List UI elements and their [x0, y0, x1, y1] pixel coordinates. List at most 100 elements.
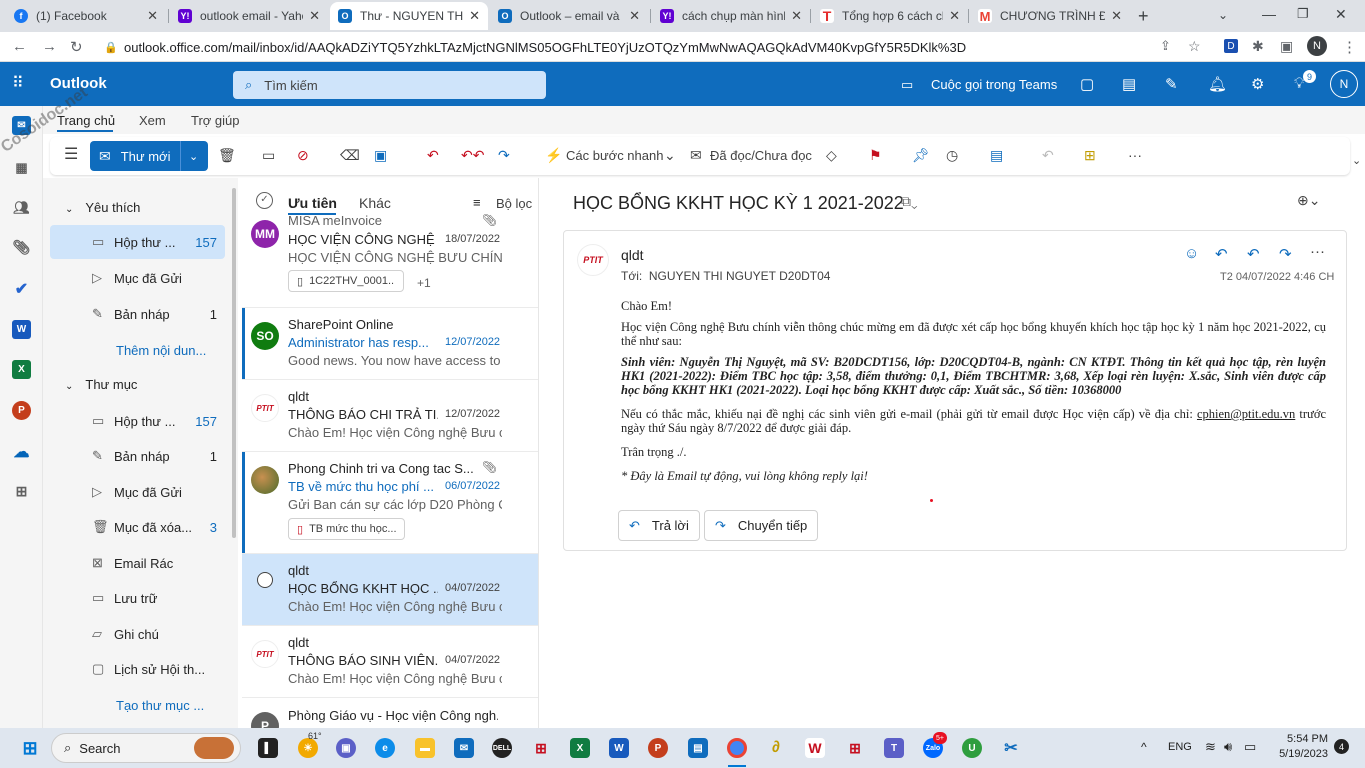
volume-icon[interactable]: 🔊︎: [1224, 739, 1232, 755]
profile-avatar[interactable]: N: [1307, 36, 1327, 56]
teams-chat-icon[interactable]: ▣: [336, 738, 356, 758]
close-icon[interactable]: ✕: [949, 8, 960, 24]
bell-icon[interactable]: 🔔︎: [1208, 75, 1227, 93]
excel-icon[interactable]: X: [12, 360, 31, 379]
app-icon[interactable]: ∂: [766, 738, 786, 758]
forward-icon[interactable]: ↷: [498, 147, 510, 164]
reply-all-icon[interactable]: ↶: [1247, 245, 1260, 263]
close-icon[interactable]: ✕: [309, 8, 320, 24]
sweep-icon[interactable]: ⌫: [340, 147, 360, 164]
snipping-icon[interactable]: ✂: [1001, 738, 1021, 758]
new-tab-plus-icon[interactable]: +: [1138, 6, 1149, 27]
share-icon[interactable]: ⇪: [1160, 38, 1171, 54]
sensitivity-icon[interactable]: ⧉⌄: [901, 193, 918, 210]
powerpoint-icon[interactable]: P: [648, 738, 668, 758]
browser-menu-icon[interactable]: ⋮: [1342, 38, 1357, 56]
calendar-icon[interactable]: ▦: [12, 158, 31, 177]
sidepanel-icon[interactable]: ▣: [1280, 38, 1293, 55]
forward-button[interactable]: ↷ Chuyển tiếp: [704, 510, 819, 541]
teams-icon[interactable]: T: [884, 738, 904, 758]
office-icon[interactable]: ▤: [1122, 75, 1136, 93]
pin-icon[interactable]: 📌︎: [912, 147, 930, 164]
lock-icon[interactable]: 🔒: [104, 41, 118, 54]
weather-icon[interactable]: ☀: [298, 738, 318, 758]
quick-steps-button[interactable]: Các bước nhanh: [566, 148, 663, 163]
wifi-icon[interactable]: ≋: [1205, 739, 1216, 755]
folder-scrollbar[interactable]: [232, 188, 236, 538]
folder-favorites-drafts[interactable]: ✎ Bản nháp 1: [50, 297, 225, 331]
word-icon[interactable]: W: [12, 320, 31, 339]
list-item[interactable]: SO SharePoint Online Administrator has r…: [242, 308, 538, 380]
read-unread-button[interactable]: Đã đọc/Chưa đọc: [710, 148, 812, 163]
folder-junk[interactable]: ⊠ Email Rác: [50, 546, 225, 580]
star-icon[interactable]: ☆: [1188, 38, 1201, 55]
folder-drafts[interactable]: ✎ Bản nháp 1: [50, 439, 225, 473]
report-icon[interactable]: ⊘: [297, 147, 309, 164]
reply-icon[interactable]: ↶: [1215, 245, 1228, 263]
excel-icon[interactable]: X: [570, 738, 590, 758]
attachment-icon[interactable]: 📎︎: [12, 238, 31, 257]
list-item[interactable]: PTIT qldt THÔNG BÁO SINH VIÊN... 04/07/2…: [242, 626, 538, 698]
tab-other[interactable]: Khác: [359, 195, 391, 211]
chevron-down-icon[interactable]: ⌄: [189, 150, 198, 163]
dell-icon[interactable]: DELL: [492, 738, 512, 758]
tag-icon[interactable]: ◇: [826, 147, 837, 164]
flag-icon[interactable]: ⚑: [869, 147, 882, 164]
people-icon[interactable]: 👥︎: [12, 198, 31, 217]
word-icon[interactable]: W: [609, 738, 629, 758]
mail-icon[interactable]: ✉: [454, 738, 474, 758]
hamburger-icon[interactable]: ☰: [64, 144, 78, 164]
search-input[interactable]: ⌕ Tìm kiếm: [233, 71, 546, 99]
notification-badge[interactable]: 4: [1334, 739, 1349, 754]
forward-icon[interactable]: ↷: [1279, 245, 1292, 263]
chevron-down-icon[interactable]: ⌄: [664, 147, 676, 164]
browser-tab-facebook[interactable]: f (1) Facebook ✕: [6, 2, 166, 30]
browser-tab-yahoo-2[interactable]: Y! cách chụp màn hình máy ✕: [652, 2, 810, 30]
list-item[interactable]: MM MISA meInvoice HỌC VIỆN CÔNG NGHỆ ...…: [242, 213, 538, 308]
emoji-react-icon[interactable]: ☺: [1184, 245, 1199, 262]
close-icon[interactable]: ✕: [1111, 8, 1122, 24]
undo-icon[interactable]: ↶: [1042, 147, 1054, 164]
close-icon[interactable]: ✕: [147, 8, 158, 24]
task-view-icon[interactable]: ▌: [258, 738, 278, 758]
tab-search-chevron-icon[interactable]: ⌄: [1218, 8, 1228, 22]
rules-icon[interactable]: ▤: [990, 147, 1003, 164]
gear-icon[interactable]: ⚙: [1251, 75, 1264, 93]
app-icon[interactable]: U: [962, 738, 982, 758]
clock-time[interactable]: 5:54 PM: [1286, 733, 1328, 745]
delete-icon[interactable]: 🗑︎: [218, 147, 236, 164]
windows-start-icon[interactable]: ⊞: [20, 738, 40, 758]
tray-chevron-icon[interactable]: ^: [1141, 740, 1147, 754]
reply-button[interactable]: ↶ Trả lời: [618, 510, 700, 541]
onedrive-icon[interactable]: ☁: [12, 442, 31, 461]
extension-d-icon[interactable]: D: [1224, 39, 1238, 53]
folders-header[interactable]: ⌄ Thư mục: [65, 377, 137, 392]
folder-favorites-sent[interactable]: ▷ Mục đã Gửi: [50, 261, 225, 295]
close-icon[interactable]: ✕: [791, 8, 802, 24]
select-all-icon[interactable]: ✓: [256, 192, 273, 209]
contact-email-link[interactable]: cphien@ptit.edu.vn: [1197, 407, 1295, 421]
clock-date[interactable]: 5/19/2023: [1277, 748, 1328, 760]
chat-icon[interactable]: ▢: [1080, 75, 1094, 93]
puzzle-icon[interactable]: ✱: [1252, 38, 1264, 55]
file-explorer-icon[interactable]: ▬: [415, 738, 435, 758]
select-checkbox[interactable]: [257, 572, 273, 588]
window-close-icon[interactable]: ✕: [1335, 6, 1347, 23]
app-icon[interactable]: ⊞: [531, 738, 551, 758]
zoom-icon[interactable]: ⊕⌄: [1297, 192, 1320, 209]
add-favorite-link[interactable]: Thêm nội dun...: [50, 333, 225, 367]
folder-archive[interactable]: ▭ Lưu trữ: [50, 581, 225, 615]
list-item-selected[interactable]: qldt HỌC BỔNG KKHT HỌC ... 04/07/2022 Ch…: [242, 554, 538, 626]
browser-tab-tonghop[interactable]: T Tổng hợp 6 cách chụp ✕: [812, 2, 968, 30]
list-item[interactable]: P Phòng Giáo vụ - Học viện Công ngh...: [242, 698, 538, 728]
teams-call-button[interactable]: Cuộc gọi trong Teams: [931, 77, 1057, 92]
reply-all-icon[interactable]: ↶↶: [461, 147, 484, 164]
edge-icon[interactable]: e: [375, 738, 395, 758]
create-folder-link[interactable]: Tạo thư mục ...: [50, 688, 225, 722]
folder-inbox[interactable]: ▭ Hộp thư ... 157: [50, 404, 225, 438]
minimize-icon[interactable]: —: [1262, 6, 1276, 22]
folder-sent[interactable]: ▷ Mục đã Gửi: [50, 475, 225, 509]
browser-tab-gmail[interactable]: M CHƯƠNG TRÌNH ĐÀO ✕: [970, 2, 1130, 30]
browser-tab-yahoo[interactable]: Y! outlook email - Yahoo ✕: [170, 2, 328, 30]
restore-icon[interactable]: ❐: [1297, 6, 1309, 22]
